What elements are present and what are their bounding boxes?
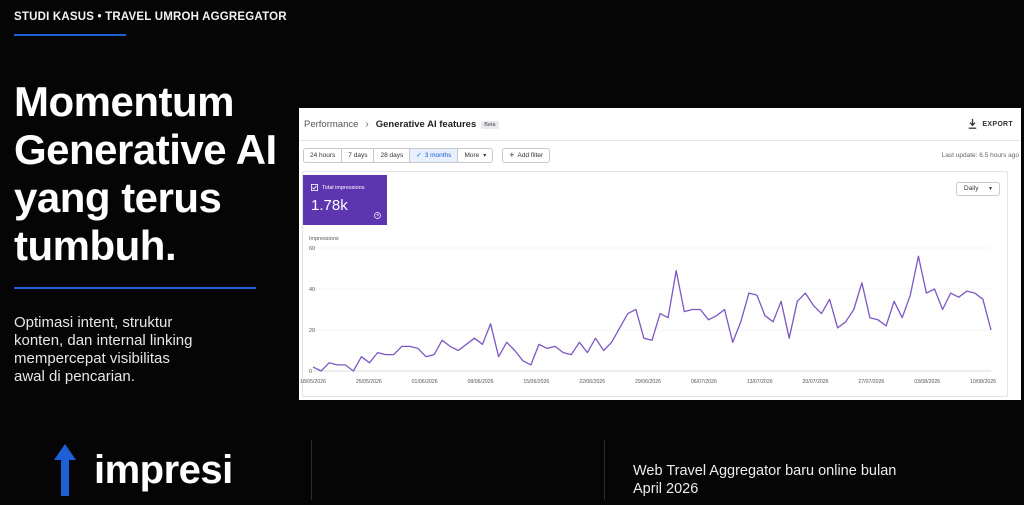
x-tick-label: 13/07/2026 xyxy=(747,379,773,385)
footer-divider-left xyxy=(311,440,312,500)
headline: Momentum Generative AI yang terus tumbuh… xyxy=(14,78,294,270)
y-tick-label: 0 xyxy=(309,369,312,375)
headline-underline xyxy=(14,287,256,289)
impressions-series-line xyxy=(312,255,992,372)
subcopy-line-3: mempercepat visibilitas xyxy=(14,350,170,367)
headline-line-1: Momentum xyxy=(14,78,235,125)
x-tick-label: 01/06/2026 xyxy=(412,379,438,385)
impressions-chart: Impressions 0 20 40 60 18/05/2026 25/05/2026 01… xyxy=(300,236,996,385)
x-tick-label: 27/07/2026 xyxy=(858,379,884,385)
x-tick-label: 29/06/2026 xyxy=(635,379,661,385)
x-tick-label: 25/05/2026 xyxy=(356,379,382,385)
eyebrow-label: STUDI KASUS • TRAVEL UMROH AGGREGATOR xyxy=(14,11,287,23)
subcopy-line-4: awal di pencarian. xyxy=(14,368,135,385)
x-tick-label: 18/05/2026 xyxy=(300,379,326,385)
x-tick-label: 20/07/2026 xyxy=(803,379,829,385)
launch-note-line-1: Web Travel Aggregator baru online bulan xyxy=(633,463,897,479)
headline-line-4: tumbuh. xyxy=(14,222,177,269)
x-tick-label: 22/06/2026 xyxy=(579,379,605,385)
impressions-metric: impresi xyxy=(50,442,233,498)
x-tick-label: 06/07/2026 xyxy=(691,379,717,385)
y-tick-label: 20 xyxy=(309,328,315,334)
subcopy-line-1: Optimasi intent, struktur xyxy=(14,314,173,331)
y-tick-label: 40 xyxy=(309,287,315,293)
footer-divider-right xyxy=(604,440,605,500)
x-tick-label: 03/08/2026 xyxy=(914,379,940,385)
y-tick-label: 60 xyxy=(309,246,315,252)
headline-line-2: Generative AI xyxy=(14,126,277,173)
x-tick-label: 15/06/2026 xyxy=(523,379,549,385)
x-tick-label: 10/08/2026 xyxy=(970,379,996,385)
subcopy: Optimasi intent, struktur konten, dan in… xyxy=(14,314,246,386)
launch-note: Web Travel Aggregator baru online bulan … xyxy=(633,462,953,498)
x-tick-label: 08/06/2026 xyxy=(468,379,494,385)
metric-label: impresi xyxy=(94,447,233,492)
launch-note-line-2: April 2026 xyxy=(633,481,699,497)
headline-line-3: yang terus xyxy=(14,174,222,221)
subcopy-line-2: konten, dan internal linking xyxy=(14,332,193,349)
eyebrow-underline xyxy=(14,34,126,36)
search-console-screenshot: Performance › Generative AI features Bet… xyxy=(299,108,1021,400)
y-axis-label: Impressions xyxy=(309,236,339,242)
arrow-up-icon xyxy=(54,444,76,496)
